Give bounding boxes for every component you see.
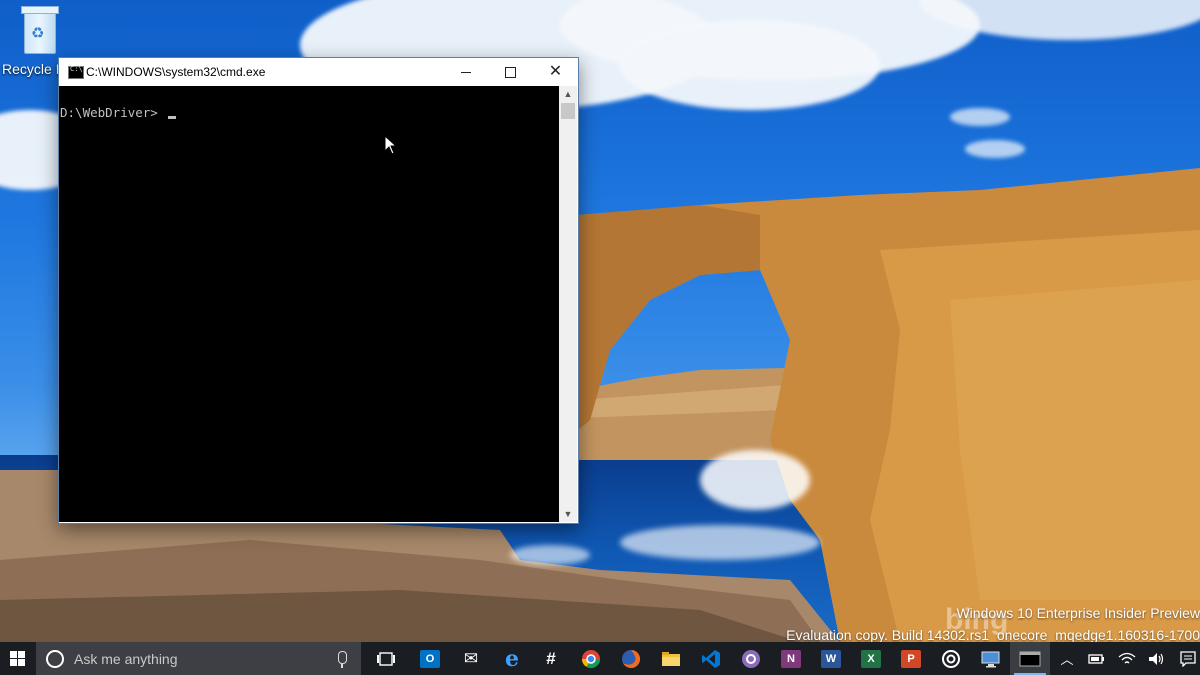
command-prompt: D:\WebDriver> xyxy=(60,105,158,120)
firefox-icon xyxy=(622,649,641,668)
taskbar-onenote[interactable]: N xyxy=(771,642,811,675)
taskbar-excel[interactable]: X xyxy=(851,642,891,675)
visual-studio-code-icon xyxy=(702,649,720,668)
scroll-thumb[interactable] xyxy=(561,103,575,119)
window-title: C:\WINDOWS\system32\cmd.exe xyxy=(86,65,266,79)
close-icon: ✕ xyxy=(548,63,563,80)
cmd-window[interactable]: C:\ C:\WINDOWS\system32\cmd.exe ✕ D:\Web… xyxy=(58,57,579,524)
close-button[interactable]: ✕ xyxy=(533,58,578,86)
github-icon xyxy=(742,649,760,668)
taskbar-chrome[interactable] xyxy=(571,642,611,675)
task-view-icon xyxy=(377,651,395,666)
remote-desktop-icon xyxy=(981,651,1000,667)
battery-button[interactable] xyxy=(1086,642,1108,675)
wifi-icon xyxy=(1118,652,1136,663)
cmd-app-icon: C:\ xyxy=(68,65,84,79)
mouse-pointer-icon xyxy=(384,135,398,155)
taskbar-word[interactable]: W xyxy=(811,642,851,675)
show-hidden-icons-button[interactable]: ︿ xyxy=(1056,642,1078,675)
taskbar-github[interactable] xyxy=(731,642,771,675)
edge-icon: e xyxy=(505,645,519,672)
minimize-icon xyxy=(460,71,471,73)
taskbar-powerpoint[interactable]: P xyxy=(891,642,931,675)
cortana-icon xyxy=(46,650,64,668)
taskbar-mail[interactable]: ✉ xyxy=(451,642,491,675)
chevron-up-icon: ︿ xyxy=(1060,652,1074,667)
build-watermark: Windows 10 Enterprise Insider Preview Ev… xyxy=(740,602,1200,646)
outlook-icon: O xyxy=(420,649,440,668)
taskbar-edge[interactable]: e xyxy=(492,642,532,675)
maximize-button[interactable] xyxy=(488,58,533,86)
taskbar-slack[interactable]: # xyxy=(531,642,571,675)
vertical-scrollbar[interactable]: ▲ ▼ xyxy=(559,86,577,522)
cmd-titlebar[interactable]: C:\ C:\WINDOWS\system32\cmd.exe ✕ xyxy=(59,58,578,86)
taskbar-groove[interactable] xyxy=(931,642,971,675)
scroll-down-button[interactable]: ▼ xyxy=(559,506,577,522)
taskbar: Ask me anything O ✉ e # N W X P ︿ xyxy=(0,642,1200,675)
volume-button[interactable] xyxy=(1146,642,1168,675)
start-button[interactable] xyxy=(0,642,34,675)
taskbar-firefox[interactable] xyxy=(611,642,651,675)
microphone-icon[interactable] xyxy=(338,651,347,668)
search-placeholder: Ask me anything xyxy=(74,651,178,667)
scroll-up-button[interactable]: ▲ xyxy=(559,86,577,102)
powerpoint-icon: P xyxy=(901,649,921,668)
recycle-bin-icon: ♻ xyxy=(17,2,61,54)
taskbar-outlook[interactable]: O xyxy=(410,642,450,675)
taskbar-task-view[interactable] xyxy=(366,642,406,675)
windows-logo-icon xyxy=(9,651,25,666)
battery-icon xyxy=(1088,653,1104,664)
slack-icon: # xyxy=(546,648,556,668)
onenote-icon: N xyxy=(781,649,801,668)
notification-icon xyxy=(1180,650,1196,667)
excel-icon: X xyxy=(861,649,881,668)
chrome-icon xyxy=(582,649,600,668)
speaker-icon xyxy=(1149,652,1164,665)
action-center-button[interactable] xyxy=(1176,642,1200,675)
word-icon: W xyxy=(821,649,841,668)
groove-music-icon xyxy=(942,649,960,668)
taskbar-remote-desktop[interactable] xyxy=(971,642,1011,675)
taskbar-cmd[interactable] xyxy=(1010,642,1050,675)
console-area[interactable]: D:\WebDriver> xyxy=(59,86,559,522)
text-cursor xyxy=(168,116,176,119)
taskbar-vscode[interactable] xyxy=(691,642,731,675)
folder-icon xyxy=(662,651,680,666)
network-button[interactable] xyxy=(1116,642,1138,675)
maximize-icon xyxy=(505,66,516,78)
command-prompt-icon xyxy=(1019,651,1041,666)
minimize-button[interactable] xyxy=(443,58,488,86)
taskbar-file-explorer[interactable] xyxy=(651,642,691,675)
watermark-edition: Windows 10 Enterprise Insider Preview xyxy=(956,605,1200,621)
cortana-search-box[interactable]: Ask me anything xyxy=(36,642,361,675)
mail-icon: ✉ xyxy=(463,648,479,668)
